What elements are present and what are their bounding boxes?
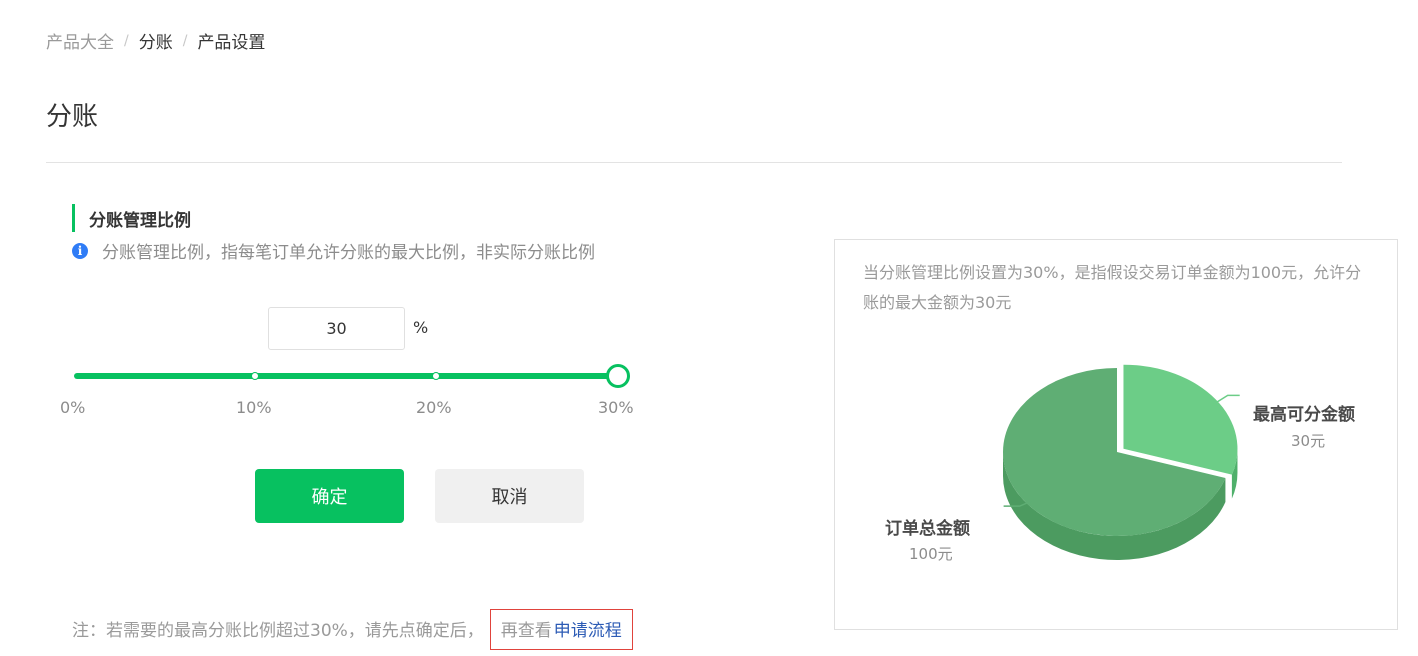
confirm-button[interactable]: 确定 xyxy=(255,469,404,523)
section-info-text: 分账管理比例，指每笔订单允许分账的最大比例，非实际分账比例 xyxy=(102,243,595,263)
slider-label-20: 20% xyxy=(416,398,452,417)
breadcrumb-separator: / xyxy=(124,32,129,49)
info-icon: i xyxy=(72,242,88,259)
slider-handle[interactable] xyxy=(606,364,630,388)
section-header: 分账管理比例 xyxy=(72,204,191,232)
ratio-unit: % xyxy=(413,318,429,337)
apply-process-link[interactable]: 申请流程 xyxy=(554,616,622,641)
pie-value-max: 30元 xyxy=(1291,432,1326,450)
breadcrumb: 产品大全 / 分账 / 产品设置 xyxy=(46,28,266,54)
example-card: 当分账管理比例设置为30%，是指假设交易订单金额为100元，允许分账的最大金额为… xyxy=(834,239,1398,630)
section-title: 分账管理比例 xyxy=(89,210,191,231)
slider-label-0: 0% xyxy=(60,398,86,417)
slider-track[interactable] xyxy=(74,373,618,379)
page-title: 分账 xyxy=(46,102,99,132)
breadcrumb-separator: / xyxy=(182,32,188,49)
cancel-button[interactable]: 取消 xyxy=(435,469,584,523)
pie-label-total: 订单总金额 xyxy=(885,519,970,539)
slider-tick-20[interactable] xyxy=(432,372,440,380)
note-text: 注：若需要的最高分账比例超过30%，请先点确定后， xyxy=(72,621,484,641)
slider-label-30: 30% xyxy=(598,398,634,417)
breadcrumb-item-products[interactable]: 产品大全 xyxy=(46,28,114,53)
section-accent-bar xyxy=(72,204,75,232)
pie-label-max: 最高可分金额 xyxy=(1253,405,1355,425)
ratio-slider[interactable] xyxy=(74,364,634,388)
note-box-text: 再查看 xyxy=(500,621,552,641)
ratio-input[interactable] xyxy=(268,307,405,350)
pie-value-total: 100元 xyxy=(909,545,953,563)
breadcrumb-item-profit-sharing[interactable]: 分账 xyxy=(139,28,173,53)
header-divider xyxy=(46,162,1342,163)
note: 注：若需要的最高分账比例超过30%，请先点确定后， 再查看 申请流程 xyxy=(72,608,633,650)
slider-label-10: 10% xyxy=(236,398,272,417)
note-highlight-box: 再查看 申请流程 xyxy=(489,609,633,650)
slider-tick-10[interactable] xyxy=(251,372,259,380)
breadcrumb-item-product-settings: 产品设置 xyxy=(197,33,266,53)
section-info: i 分账管理比例，指每笔订单允许分账的最大比例，非实际分账比例 xyxy=(72,238,595,263)
